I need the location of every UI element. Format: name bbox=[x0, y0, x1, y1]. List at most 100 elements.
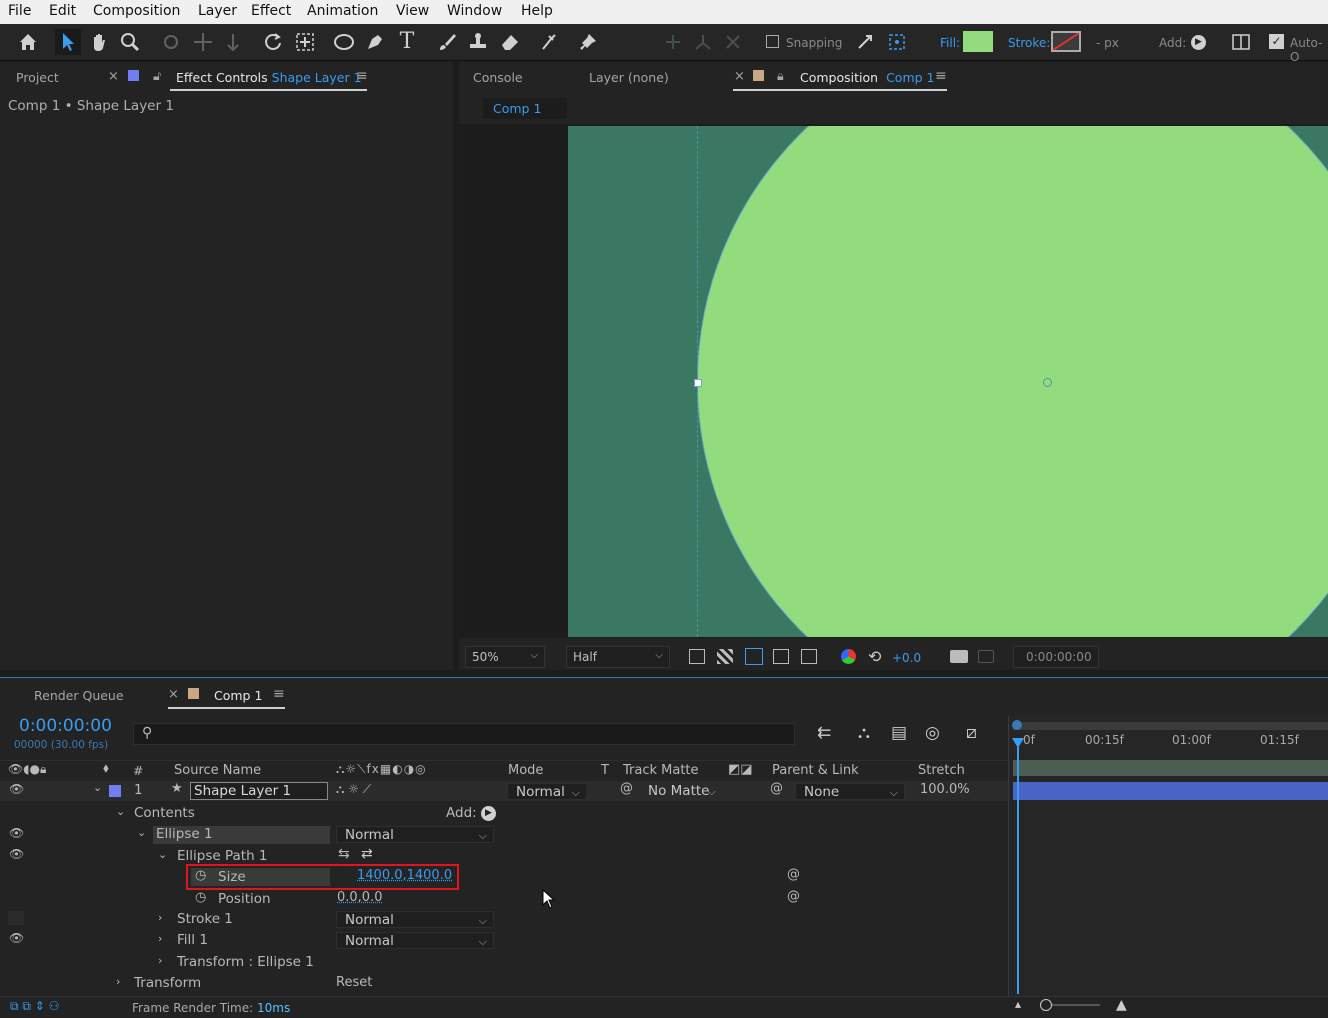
stopwatch-icon[interactable]: ◷ bbox=[195, 868, 206, 883]
menu-edit[interactable]: Edit bbox=[49, 3, 76, 19]
channel-icon[interactable] bbox=[841, 649, 856, 664]
stroke-width-label[interactable]: - px bbox=[1096, 36, 1119, 50]
expression-pickwhip-icon[interactable]: @ bbox=[787, 889, 800, 904]
timeline-graph[interactable]: 0f 00:15f 01:00f 01:15f bbox=[1008, 716, 1328, 996]
column-source-name[interactable]: Source Name bbox=[174, 763, 261, 778]
track-matte-dropdown[interactable]: No Matte ⌵ bbox=[640, 783, 722, 800]
add-menu-icon[interactable]: ▶ bbox=[1191, 35, 1206, 50]
menu-view[interactable]: View bbox=[396, 3, 429, 19]
stretch-value[interactable]: 100.0% bbox=[920, 782, 970, 797]
ellipse-mode-dropdown[interactable]: Normal ⌵ bbox=[336, 826, 494, 843]
tab-console[interactable]: Console bbox=[473, 70, 523, 85]
mask-visibility-icon[interactable] bbox=[745, 648, 763, 665]
reset-link[interactable]: Reset bbox=[336, 975, 372, 990]
chevron-down-icon[interactable]: ⌄ bbox=[93, 781, 102, 794]
dolly-camera-icon[interactable] bbox=[220, 29, 246, 55]
parent-dropdown[interactable]: None ⌵ bbox=[795, 783, 905, 800]
graph-editor-icon[interactable]: ⧄ bbox=[966, 723, 977, 743]
chevron-right-icon[interactable]: › bbox=[158, 911, 162, 924]
align-icon[interactable] bbox=[660, 29, 686, 55]
playhead-handle[interactable] bbox=[1012, 738, 1024, 748]
chevron-right-icon[interactable]: › bbox=[158, 932, 162, 945]
zoom-tool-icon[interactable] bbox=[117, 29, 143, 55]
playhead-line[interactable] bbox=[1017, 744, 1019, 994]
chevron-down-icon[interactable]: ⌄ bbox=[116, 805, 125, 818]
axis-icon[interactable] bbox=[690, 29, 716, 55]
menu-help[interactable]: Help bbox=[521, 3, 553, 19]
panel-menu-icon[interactable]: ≡ bbox=[356, 68, 368, 84]
search-input[interactable]: ⚲ bbox=[133, 723, 795, 745]
frame-blending-icon[interactable]: ▤ bbox=[891, 723, 907, 743]
exposure-value[interactable]: +0.0 bbox=[892, 651, 921, 665]
lock-icon[interactable]: 🔓︎ bbox=[153, 68, 161, 84]
toggle-panels-icon[interactable] bbox=[1228, 29, 1254, 55]
selection-tool-icon[interactable] bbox=[55, 29, 81, 55]
fast-previews-icon[interactable] bbox=[689, 649, 705, 664]
current-time-field[interactable]: 0:00:00:00 bbox=[1013, 646, 1099, 668]
composition-viewer[interactable] bbox=[459, 124, 1328, 638]
menu-file[interactable]: File bbox=[8, 3, 31, 19]
home-icon[interactable] bbox=[15, 29, 41, 55]
work-area-start-handle[interactable] bbox=[1012, 720, 1022, 730]
fill-mode-dropdown[interactable]: Normal ⌵ bbox=[336, 932, 494, 949]
tab-effect-controls[interactable]: Effect Controls Shape Layer 1 bbox=[176, 70, 362, 85]
size-value-field[interactable]: 1400.0,1400.0 bbox=[337, 868, 455, 886]
composition-flowchart-icon[interactable]: ⇇ bbox=[817, 723, 831, 743]
fill-label[interactable]: Fill: bbox=[940, 36, 960, 50]
tab-comp[interactable]: Comp 1 bbox=[214, 688, 262, 703]
comp-subtab[interactable]: Comp 1 bbox=[483, 98, 567, 119]
auto-open-checkbox[interactable]: ✓ bbox=[1269, 34, 1284, 49]
status-toggle-icons[interactable]: ⧉ ⧉ ⇕ ⚇ bbox=[10, 999, 59, 1014]
type-tool-icon[interactable]: T bbox=[394, 29, 420, 55]
transparency-grid-icon[interactable] bbox=[717, 649, 733, 664]
expression-pickwhip-icon[interactable]: @ bbox=[787, 867, 800, 882]
add-shape-menu-icon[interactable]: ▶ bbox=[481, 806, 496, 821]
current-time-display[interactable]: 0:00:00:00 bbox=[19, 716, 112, 736]
snap-edge-icon[interactable] bbox=[852, 29, 878, 55]
rotate-tool-icon[interactable] bbox=[260, 29, 286, 55]
anchor-point-icon[interactable] bbox=[1043, 378, 1052, 387]
contents-label[interactable]: Contents bbox=[134, 805, 195, 821]
snapping-checkbox[interactable] bbox=[766, 35, 779, 48]
show-snapshot-icon[interactable] bbox=[978, 650, 994, 663]
chevron-down-icon[interactable]: ⌄ bbox=[158, 848, 167, 861]
ellipse-tool-icon[interactable] bbox=[331, 29, 357, 55]
pan-behind-icon[interactable] bbox=[292, 29, 318, 55]
transform-ellipse-label[interactable]: Transform : Ellipse 1 bbox=[177, 954, 314, 970]
visibility-eye-icon[interactable]: 👁︎ bbox=[9, 931, 24, 945]
ellipse-group-row[interactable]: Ellipse 1 bbox=[153, 826, 330, 844]
close-icon[interactable]: × bbox=[734, 69, 745, 84]
stroke-label[interactable]: Stroke: bbox=[1008, 36, 1050, 50]
layer-name-field[interactable]: Shape Layer 1 bbox=[190, 782, 328, 800]
motion-blur-icon[interactable]: ◎ bbox=[925, 723, 940, 743]
layer-switches[interactable]: ⛬ ☼ ⟋ bbox=[336, 782, 371, 797]
visibility-eye-icon[interactable]: 👁︎ bbox=[9, 782, 24, 796]
menu-composition[interactable]: Composition bbox=[93, 3, 180, 19]
parent-pickwhip-icon[interactable]: @ bbox=[770, 781, 783, 796]
stroke-visibility-toggle[interactable] bbox=[8, 911, 24, 925]
zoom-in-icon[interactable]: ▲ bbox=[1116, 997, 1127, 1013]
size-property-row[interactable] bbox=[191, 868, 330, 886]
close-icon[interactable]: × bbox=[168, 687, 179, 702]
zoom-slider-handle[interactable] bbox=[1040, 999, 1052, 1011]
path-direction-reverse-icon[interactable]: ⇄ bbox=[361, 846, 373, 862]
zoom-out-icon[interactable]: ▴ bbox=[1015, 997, 1021, 1011]
layer-duration-bar[interactable] bbox=[1013, 782, 1328, 800]
visibility-eye-icon[interactable]: 👁︎ bbox=[9, 826, 24, 840]
pan-camera-icon[interactable] bbox=[190, 29, 216, 55]
chevron-right-icon[interactable]: › bbox=[158, 954, 162, 967]
grid-guides-icon[interactable] bbox=[801, 649, 817, 664]
path-vertex-handle[interactable] bbox=[694, 379, 702, 387]
reset-exposure-icon[interactable]: ⟲ bbox=[868, 647, 881, 666]
panel-menu-icon[interactable]: ≡ bbox=[273, 686, 285, 702]
zoom-dropdown[interactable]: 50% ⌵ bbox=[465, 646, 545, 668]
orbit-camera-icon[interactable] bbox=[158, 29, 184, 55]
visibility-eye-icon[interactable]: 👁︎ bbox=[9, 847, 24, 861]
menu-animation[interactable]: Animation bbox=[307, 3, 378, 19]
stroke-swatch[interactable] bbox=[1051, 31, 1081, 52]
stopwatch-icon[interactable]: ◷ bbox=[195, 890, 206, 905]
world-axis-icon[interactable] bbox=[720, 29, 746, 55]
snap-feature-icon[interactable] bbox=[884, 29, 910, 55]
ellipse-path-label[interactable]: Ellipse Path 1 bbox=[177, 848, 268, 864]
tab-render-queue[interactable]: Render Queue bbox=[34, 688, 124, 703]
